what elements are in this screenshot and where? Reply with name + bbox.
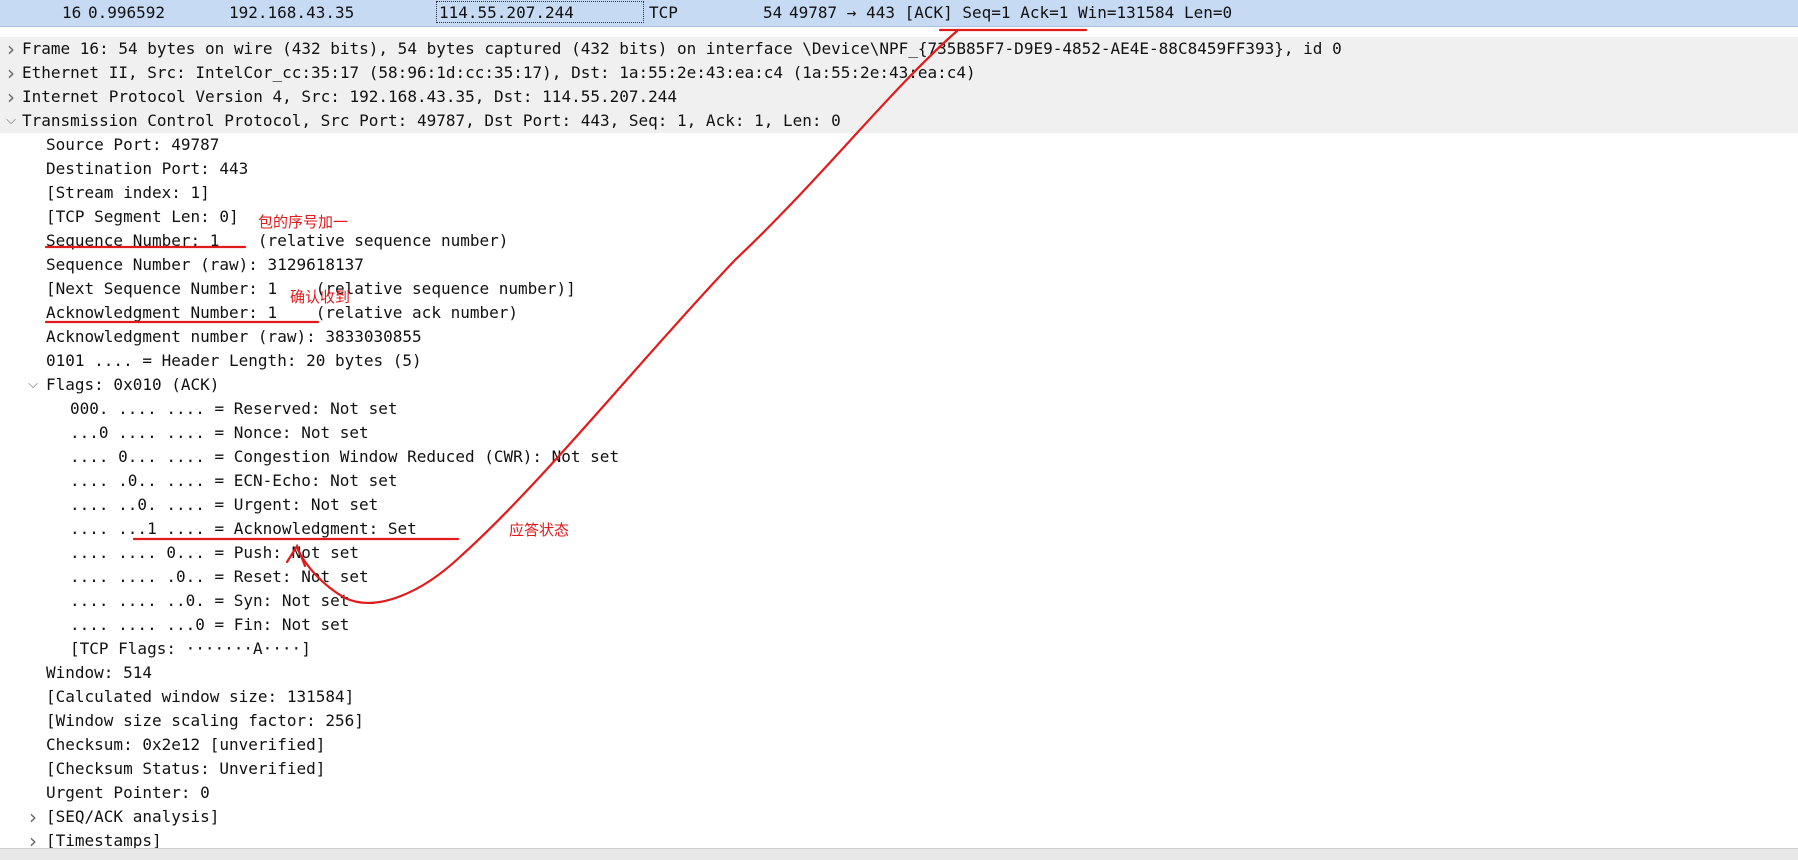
tree-node-top[interactable]: › Internet Protocol Version 4, Src: 192.1…: [0, 85, 1798, 109]
packet-time: 0.996592: [88, 3, 166, 22]
packet-protocol: TCP: [649, 3, 678, 22]
chevron-down-icon[interactable]: ⌵: [26, 373, 40, 397]
annotation-flag-note: 应答状态: [509, 521, 570, 539]
tree-node-label: [Checksum Status: Unverified]: [46, 759, 326, 778]
tree-node-label: Destination Port: 443: [46, 159, 249, 178]
tree-node-field[interactable]: › [SEQ/ACK analysis]: [0, 805, 1798, 829]
packet-number: 16: [62, 3, 82, 22]
tree-node-label: 000. .... .... = Reserved: Not set: [70, 399, 398, 418]
tree-node-field[interactable]: Source Port: 49787: [0, 133, 1798, 157]
tree-node-flag[interactable]: .... .... ..0. = Syn: Not set: [0, 589, 1798, 613]
tree-node-label: Source Port: 49787: [46, 135, 220, 154]
tree-node-field[interactable]: Acknowledgment Number: 1 (relative ack n…: [0, 301, 1798, 325]
chevron-right-icon[interactable]: ›: [4, 85, 18, 109]
annotation-seq-note: 包的序号加一: [258, 213, 349, 231]
tree-node-label: .... ...1 .... = Acknowledgment: Set: [70, 519, 417, 538]
tree-node-top[interactable]: › Ethernet II, Src: IntelCor_cc:35:17 (58…: [0, 61, 1798, 85]
tree-node-label: Flags: 0x010 (ACK): [46, 375, 220, 394]
chevron-right-icon[interactable]: ›: [4, 61, 18, 85]
tree-node-label: .... .0.. .... = ECN-Echo: Not set: [70, 471, 398, 490]
annotation-ack-note: 确认收到: [290, 288, 351, 306]
chevron-down-icon[interactable]: ⌵: [4, 109, 18, 133]
tree-node-flag[interactable]: [TCP Flags: ·······A····]: [0, 637, 1798, 661]
tree-node-label: Sequence Number (raw): 3129618137: [46, 255, 364, 274]
packet-info: 49787 → 443 [ACK] Seq=1 Ack=1 Win=131584…: [789, 3, 1233, 22]
packet-source: 192.168.43.35: [229, 3, 355, 22]
tree-node-label: Acknowledgment number (raw): 3833030855: [46, 327, 422, 346]
tree-node-field[interactable]: Sequence Number: 1 (relative sequence nu…: [0, 229, 1798, 253]
tree-node-top[interactable]: ⌵ Transmission Control Protocol, Src Port…: [0, 109, 1798, 133]
tree-node-field[interactable]: [Next Sequence Number: 1 (relative seque…: [0, 277, 1798, 301]
tree-node-label: [TCP Flags: ·······A····]: [70, 639, 311, 658]
tree-node-flag[interactable]: .... .... ...0 = Fin: Not set: [0, 613, 1798, 637]
tree-node-label: [Calculated window size: 131584]: [46, 687, 355, 706]
tree-node-label: .... .... ..0. = Syn: Not set: [70, 591, 350, 610]
tree-node-field[interactable]: [Calculated window size: 131584]: [0, 685, 1798, 709]
tree-node-label: .... .... ...0 = Fin: Not set: [70, 615, 350, 634]
tree-node-label: .... .... 0... = Push: Not set: [70, 543, 359, 562]
packet-list-row-selected[interactable]: 16 0.996592 192.168.43.35 114.55.207.244…: [0, 0, 1798, 27]
tree-node-flag[interactable]: .... ..0. .... = Urgent: Not set: [0, 493, 1798, 517]
packet-destination[interactable]: 114.55.207.244: [436, 1, 644, 23]
tree-node-field[interactable]: Urgent Pointer: 0: [0, 781, 1798, 805]
tree-node-field[interactable]: 0101 .... = Header Length: 20 bytes (5): [0, 349, 1798, 373]
tree-node-label: Ethernet II, Src: IntelCor_cc:35:17 (58:…: [22, 63, 976, 82]
tree-node-field[interactable]: [Window size scaling factor: 256]: [0, 709, 1798, 733]
tree-node-field[interactable]: Checksum: 0x2e12 [unverified]: [0, 733, 1798, 757]
tree-node-flag[interactable]: .... .... .0.. = Reset: Not set: [0, 565, 1798, 589]
tree-node-flag[interactable]: .... ...1 .... = Acknowledgment: Set: [0, 517, 1798, 541]
tree-node-field[interactable]: ⌵ Flags: 0x010 (ACK): [0, 373, 1798, 397]
tree-node-label: [SEQ/ACK analysis]: [46, 807, 220, 826]
chevron-right-icon[interactable]: ›: [4, 37, 18, 61]
tree-node-label: [TCP Segment Len: 0]: [46, 207, 239, 226]
tree-node-label: [Window size scaling factor: 256]: [46, 711, 364, 730]
tree-node-label: Internet Protocol Version 4, Src: 192.16…: [22, 87, 678, 106]
tree-node-field[interactable]: Destination Port: 443: [0, 157, 1798, 181]
tree-node-flag[interactable]: .... .... 0... = Push: Not set: [0, 541, 1798, 565]
tree-node-label: Acknowledgment Number: 1 (relative ack n…: [46, 303, 519, 322]
tree-node-field[interactable]: Sequence Number (raw): 3129618137: [0, 253, 1798, 277]
tree-node-flag[interactable]: .... 0... .... = Congestion Window Reduc…: [0, 445, 1798, 469]
tree-node-label: Urgent Pointer: 0: [46, 783, 210, 802]
tree-node-label: ...0 .... .... = Nonce: Not set: [70, 423, 369, 442]
tree-node-flag[interactable]: .... .0.. .... = ECN-Echo: Not set: [0, 469, 1798, 493]
tree-node-label: .... .... .0.. = Reset: Not set: [70, 567, 369, 586]
tree-node-label: Checksum: 0x2e12 [unverified]: [46, 735, 326, 754]
tree-node-field[interactable]: [Checksum Status: Unverified]: [0, 757, 1798, 781]
tree-node-label: [Stream index: 1]: [46, 183, 210, 202]
tree-node-flag[interactable]: ...0 .... .... = Nonce: Not set: [0, 421, 1798, 445]
chevron-right-icon[interactable]: ›: [26, 805, 40, 829]
tree-node-top[interactable]: › Frame 16: 54 bytes on wire (432 bits), …: [0, 37, 1798, 61]
tree-node-flag[interactable]: 000. .... .... = Reserved: Not set: [0, 397, 1798, 421]
packet-length: 54: [763, 3, 783, 22]
tree-node-label: Sequence Number: 1 (relative sequence nu…: [46, 231, 509, 250]
tree-node-field[interactable]: Acknowledgment number (raw): 3833030855: [0, 325, 1798, 349]
tree-node-label: .... 0... .... = Congestion Window Reduc…: [70, 447, 620, 466]
tree-node-label: Transmission Control Protocol, Src Port:…: [22, 111, 841, 130]
tree-node-label: 0101 .... = Header Length: 20 bytes (5): [46, 351, 422, 370]
tree-node-label: Frame 16: 54 bytes on wire (432 bits), 5…: [22, 39, 1342, 58]
tree-node-label: .... ..0. .... = Urgent: Not set: [70, 495, 379, 514]
bottom-scroll-area[interactable]: [0, 848, 1798, 860]
tree-node-field[interactable]: [Stream index: 1]: [0, 181, 1798, 205]
tree-node-label: Window: 514: [46, 663, 152, 682]
tree-node-field[interactable]: Window: 514: [0, 661, 1798, 685]
packet-details-tree: › Frame 16: 54 bytes on wire (432 bits), …: [0, 37, 1798, 853]
